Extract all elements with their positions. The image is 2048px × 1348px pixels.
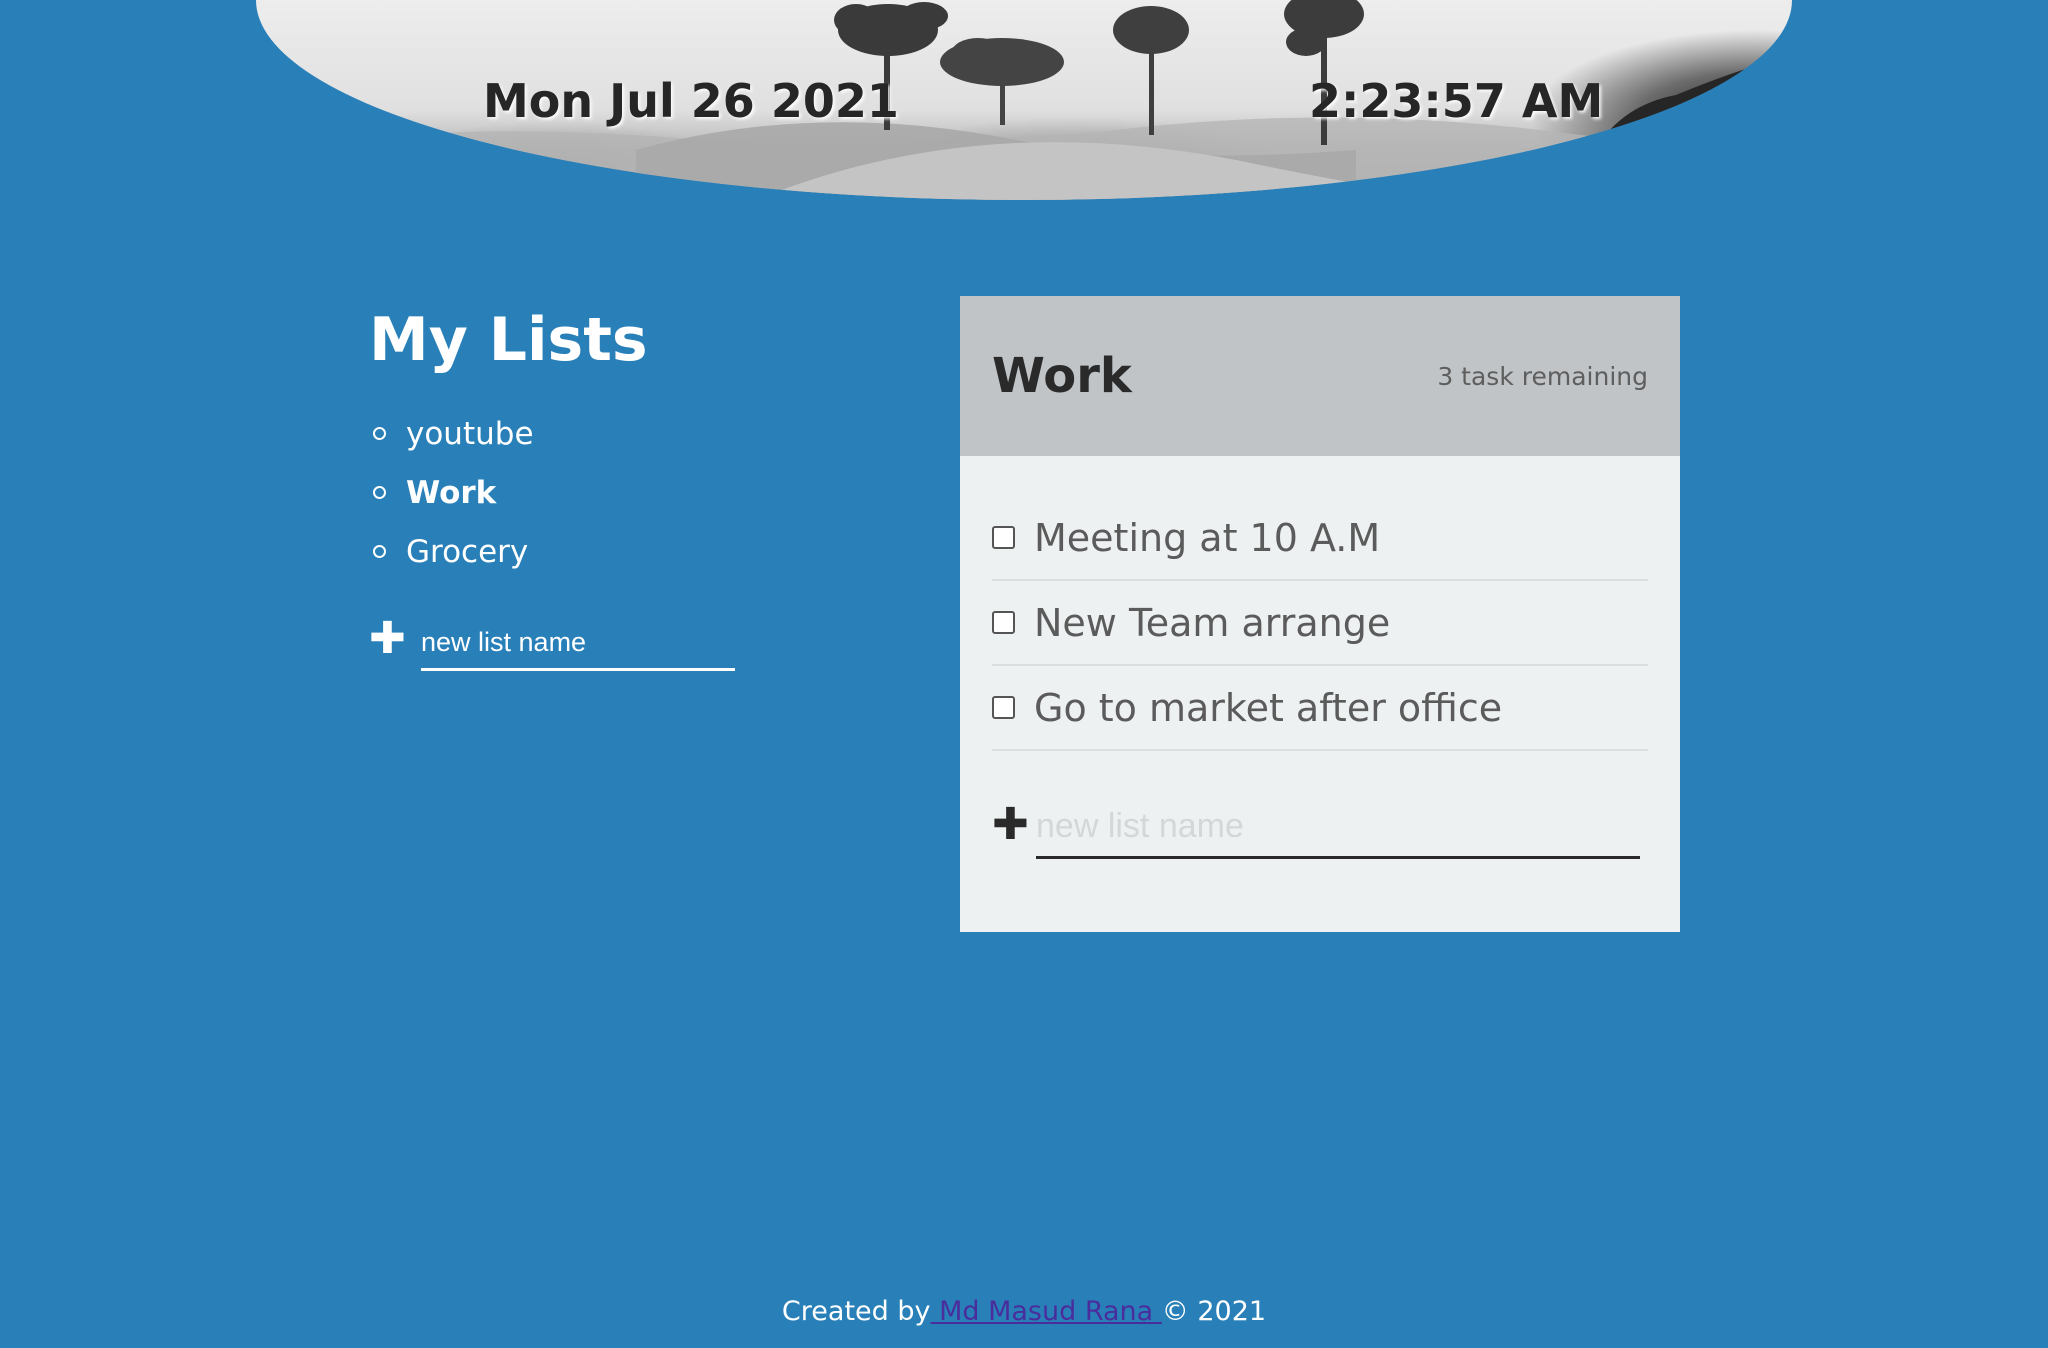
list-item-label: Grocery bbox=[406, 533, 529, 570]
list-item-youtube[interactable]: youtube bbox=[369, 404, 789, 463]
plus-icon[interactable]: ✚ bbox=[992, 803, 1036, 847]
task-checkbox[interactable] bbox=[992, 611, 1015, 634]
list-item-label: Work bbox=[406, 474, 497, 511]
footer-copyright: © 2021 bbox=[1161, 1296, 1267, 1327]
task-checkbox[interactable] bbox=[992, 696, 1015, 719]
list-item-work[interactable]: Work bbox=[369, 463, 789, 522]
task-count: 3 task remaining bbox=[1437, 361, 1648, 391]
plus-icon[interactable]: ✚ bbox=[369, 617, 421, 661]
new-list-input[interactable] bbox=[421, 623, 735, 671]
task-item: New Team arrange bbox=[992, 581, 1648, 666]
footer-prefix: Created by bbox=[781, 1296, 931, 1327]
todo-list-title: Work bbox=[992, 348, 1132, 404]
author-link[interactable]: Md Masud Rana bbox=[930, 1296, 1161, 1327]
list-item-grocery[interactable]: Grocery bbox=[369, 522, 789, 581]
circle-bullet-icon bbox=[373, 545, 386, 558]
current-date: Mon Jul 26 2021 bbox=[483, 74, 899, 128]
new-task-form: ✚ bbox=[992, 803, 1648, 859]
task-item: Go to market after office bbox=[992, 666, 1648, 751]
task-checkbox[interactable] bbox=[992, 526, 1015, 549]
task-item: Meeting at 10 A.M bbox=[992, 496, 1648, 581]
current-time: 2:23:57 AM bbox=[1309, 74, 1604, 128]
circle-bullet-icon bbox=[373, 427, 386, 440]
task-label[interactable]: Meeting at 10 A.M bbox=[1034, 516, 1380, 560]
task-label[interactable]: New Team arrange bbox=[1034, 601, 1390, 645]
footer: Created by Md Masud Rana © 2021 bbox=[0, 1296, 2048, 1327]
lists-panel: My Lists youtube Work Grocery ✚ bbox=[369, 300, 789, 671]
list-item-label: youtube bbox=[406, 415, 534, 452]
new-list-form: ✚ bbox=[369, 617, 789, 671]
todo-header: Work 3 task remaining bbox=[960, 296, 1680, 456]
todo-card: Work 3 task remaining Meeting at 10 A.M … bbox=[960, 296, 1680, 932]
task-label[interactable]: Go to market after office bbox=[1034, 686, 1502, 730]
list-items: youtube Work Grocery bbox=[369, 404, 789, 581]
circle-bullet-icon bbox=[373, 486, 386, 499]
lists-title: My Lists bbox=[369, 305, 648, 375]
new-task-input[interactable] bbox=[1036, 803, 1640, 859]
header-banner: Mon Jul 26 2021 2:23:57 AM bbox=[256, 0, 1792, 200]
todo-body: Meeting at 10 A.M New Team arrange Go to… bbox=[960, 456, 1680, 859]
